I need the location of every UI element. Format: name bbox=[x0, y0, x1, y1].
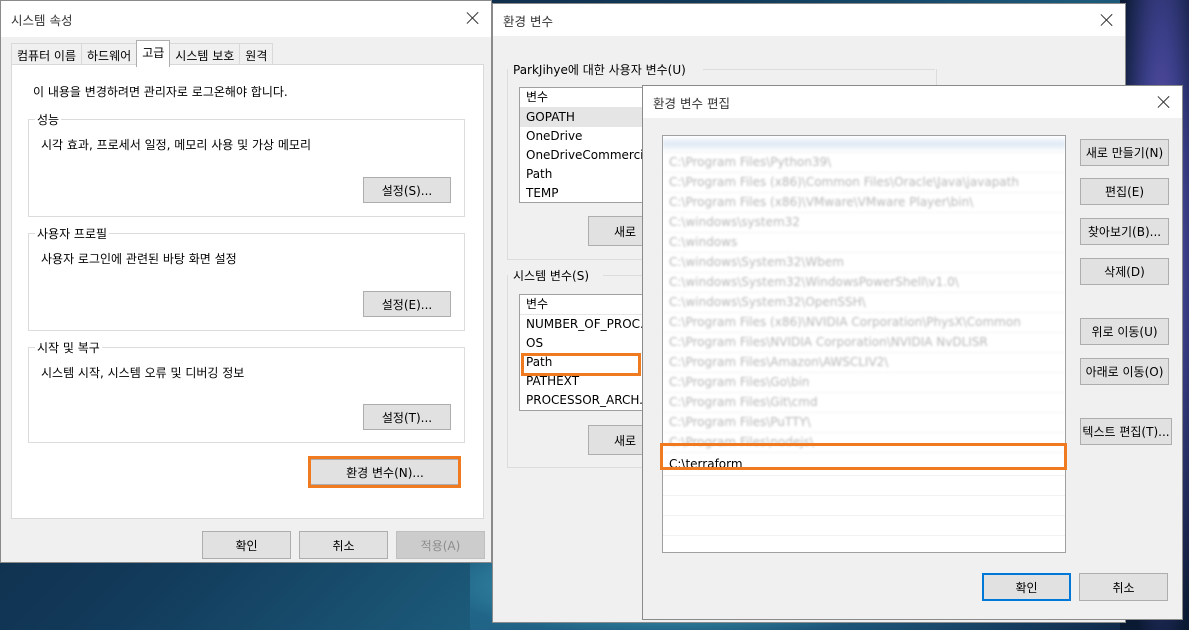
path-entry[interactable]: C:\Program Files\Git\cmd bbox=[663, 393, 1065, 413]
list-item[interactable]: PATHEXT bbox=[520, 372, 648, 391]
close-icon[interactable] bbox=[1156, 94, 1172, 110]
edit-titlebar: 환경 변수 편집 bbox=[643, 86, 1182, 118]
system-properties-titlebar: 시스템 속성 bbox=[1, 1, 491, 37]
list-item[interactable]: OS bbox=[520, 334, 648, 353]
system-properties-window: 시스템 속성 컴퓨터 이름 하드웨어 고급 시스템 보호 원격 이 내용을 변경… bbox=[0, 0, 492, 563]
window-title: 환경 변수 bbox=[503, 13, 553, 29]
user-variables-list[interactable]: 변수 GOPATH OneDrive OneDriveCommerci... P… bbox=[519, 87, 649, 203]
startup-recovery-settings-button[interactable]: 설정(T)... bbox=[363, 404, 451, 430]
path-entry[interactable]: C:\Program Files\Python39\ bbox=[663, 153, 1065, 173]
system-variables-list[interactable]: 변수 NUMBER_OF_PROC... OS Path PATHEXT PRO… bbox=[519, 294, 649, 411]
startup-recovery-group: 시작 및 복구 시스템 시작, 시스템 오류 및 디버깅 정보 설정(T)... bbox=[28, 339, 465, 443]
environment-variables-button[interactable]: 환경 변수(N)... bbox=[310, 459, 460, 485]
edit-env-variable-window: 환경 변수 편집 C:\Program Files\Python39\ C:\P… bbox=[642, 85, 1183, 620]
tab-advanced[interactable]: 고급 bbox=[136, 40, 171, 67]
edit-text-button[interactable]: 텍스트 편집(T)... bbox=[1080, 418, 1172, 445]
path-entry[interactable]: C:\windows\System32\OpenSSH\ bbox=[663, 293, 1065, 313]
delete-button[interactable]: 삭제(D) bbox=[1080, 258, 1169, 285]
env-titlebar: 환경 변수 bbox=[493, 4, 1125, 36]
window-title: 환경 변수 편집 bbox=[653, 95, 730, 111]
list-item[interactable]: NUMBER_OF_PROC... bbox=[520, 315, 648, 334]
path-entry[interactable]: C:\windows\System32\Wbem bbox=[663, 253, 1065, 273]
path-entries-list[interactable]: C:\Program Files\Python39\ C:\Program Fi… bbox=[662, 135, 1066, 553]
startup-recovery-title: 시작 및 복구 bbox=[35, 339, 102, 356]
path-entry[interactable]: C:\Program Files\Go\bin bbox=[663, 373, 1065, 393]
list-item[interactable]: Path bbox=[520, 353, 648, 372]
window-title: 시스템 속성 bbox=[11, 12, 73, 28]
user-profile-title: 사용자 프로필 bbox=[35, 225, 110, 242]
path-entry[interactable]: C:\windows\system32 bbox=[663, 213, 1065, 233]
performance-title: 성능 bbox=[35, 111, 62, 128]
path-entry[interactable]: C:\Program Files\NVIDIA Corporation\NVID… bbox=[663, 333, 1065, 353]
path-entry[interactable] bbox=[663, 136, 1065, 153]
cancel-button[interactable]: 취소 bbox=[1079, 573, 1168, 601]
path-entry[interactable]: C:\Program Files (x86)\NVIDIA Corporatio… bbox=[663, 313, 1065, 333]
empty-row bbox=[663, 536, 1065, 552]
path-entry[interactable]: C:\windows bbox=[663, 233, 1065, 253]
browse-button[interactable]: 찾아보기(B)... bbox=[1080, 218, 1169, 245]
ok-button[interactable]: 확인 bbox=[202, 531, 291, 559]
move-down-button[interactable]: 아래로 이동(O) bbox=[1080, 358, 1169, 385]
edit-button[interactable]: 편집(E) bbox=[1080, 178, 1169, 205]
move-up-button[interactable]: 위로 이동(U) bbox=[1080, 318, 1169, 345]
cancel-button[interactable]: 취소 bbox=[299, 531, 388, 559]
close-icon[interactable] bbox=[1099, 12, 1115, 28]
list-header: 변수 bbox=[520, 295, 648, 315]
ok-button[interactable]: 확인 bbox=[982, 573, 1071, 601]
new-button[interactable]: 새로 만들기(N) bbox=[1080, 139, 1169, 166]
performance-desc: 시각 효과, 프로세서 일정, 메모리 사용 및 가상 메모리 bbox=[41, 138, 311, 152]
path-entry[interactable]: C:\Program Files (x86)\VMware\VMware Pla… bbox=[663, 193, 1065, 213]
path-entry[interactable]: C:\Program Files\Amazon\AWSCLIV2\ bbox=[663, 353, 1065, 373]
close-icon[interactable] bbox=[465, 10, 481, 26]
list-item[interactable]: Path bbox=[520, 165, 648, 184]
user-profile-desc: 사용자 로그인에 관련된 바탕 화면 설정 bbox=[41, 252, 237, 266]
path-entry[interactable]: C:\Program Files\nodejs\ bbox=[663, 433, 1065, 453]
list-item[interactable]: OneDrive bbox=[520, 127, 648, 146]
path-entry[interactable]: C:\windows\System32\WindowsPowerShell\v1… bbox=[663, 273, 1065, 293]
performance-group: 성능 시각 효과, 프로세서 일정, 메모리 사용 및 가상 메모리 설정(S)… bbox=[28, 111, 465, 217]
list-item[interactable]: GOPATH bbox=[520, 108, 648, 127]
list-header: 변수 bbox=[520, 88, 648, 108]
apply-button[interactable]: 적용(A) bbox=[396, 531, 485, 559]
empty-row bbox=[663, 516, 1065, 536]
empty-row bbox=[663, 476, 1065, 496]
admin-notice: 이 내용을 변경하려면 관리자로 로그온해야 합니다. bbox=[33, 85, 288, 99]
path-entry[interactable]: C:\Program Files\PuTTY\ bbox=[663, 413, 1065, 433]
list-item[interactable]: TEMP bbox=[520, 184, 648, 202]
new-path-entry[interactable]: C:\terraform bbox=[663, 453, 1065, 476]
performance-settings-button[interactable]: 설정(S)... bbox=[363, 177, 451, 203]
user-profile-settings-button[interactable]: 설정(E)... bbox=[363, 291, 451, 317]
list-item[interactable]: OneDriveCommerci... bbox=[520, 146, 648, 165]
user-profile-group: 사용자 프로필 사용자 로그인에 관련된 바탕 화면 설정 설정(E)... bbox=[28, 225, 465, 331]
empty-row bbox=[663, 496, 1065, 516]
list-item[interactable]: PROCESSOR_ARCH... bbox=[520, 391, 648, 410]
path-entry[interactable]: C:\Program Files (x86)\Common Files\Orac… bbox=[663, 173, 1065, 193]
startup-recovery-desc: 시스템 시작, 시스템 오류 및 디버깅 정보 bbox=[41, 366, 245, 380]
advanced-tab-panel: 이 내용을 변경하려면 관리자로 로그온해야 합니다. 성능 시각 효과, 프로… bbox=[11, 64, 484, 519]
